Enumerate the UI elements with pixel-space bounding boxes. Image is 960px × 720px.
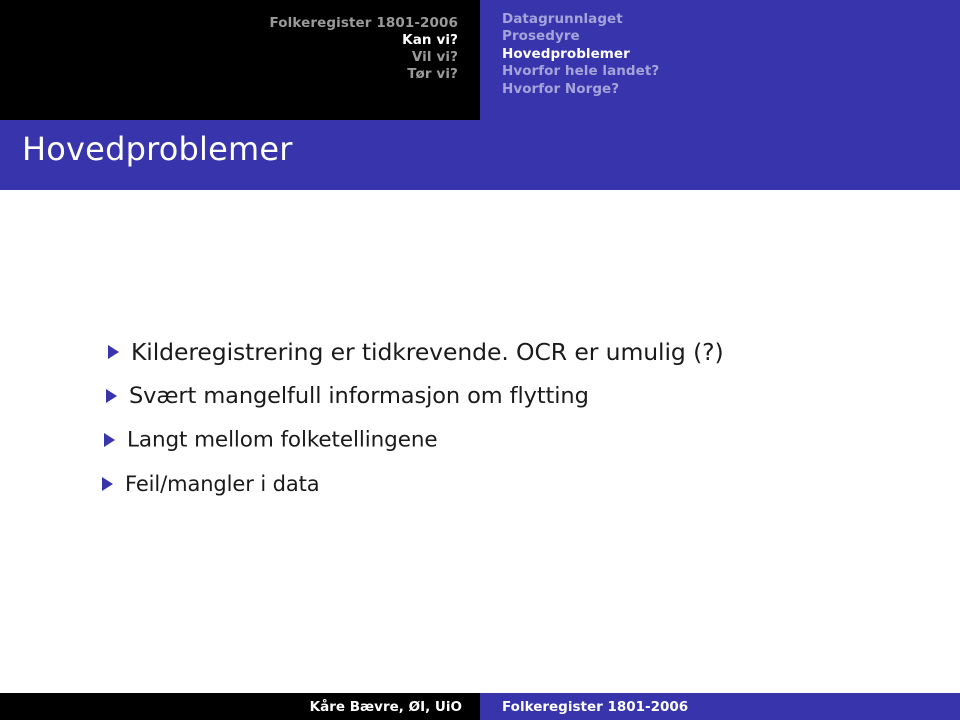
- nav-item-datagrunnlaget[interactable]: Datagrunnlaget: [502, 11, 659, 28]
- list-item: Feil/mangler i data: [0, 462, 960, 506]
- triangle-bullet-icon: [104, 433, 115, 447]
- bullet-list: Kilderegistrering er tidkrevende. OCR er…: [0, 330, 960, 506]
- nav-item-hovedproblemer[interactable]: Hovedproblemer: [502, 46, 659, 63]
- list-item: Langt mellom folketellingene: [0, 418, 960, 462]
- bullet-text: Feil/mangler i data: [125, 472, 320, 496]
- talk-meta-item-3: Tør vi?: [407, 66, 458, 82]
- bullet-text: Langt mellom folketellingene: [127, 427, 438, 453]
- slide-content: Kilderegistrering er tidkrevende. OCR er…: [0, 190, 960, 693]
- nav-item-hvorfor-norge[interactable]: Hvorfor Norge?: [502, 81, 659, 98]
- list-item: Svært mangelfull informasjon om flytting: [0, 374, 960, 418]
- nav-item-prosedyre[interactable]: Prosedyre: [502, 28, 659, 45]
- talk-meta-item-0: Folkeregister 1801-2006: [269, 15, 458, 31]
- slide-root: Folkeregister 1801-2006 Kan vi? Vil vi? …: [0, 0, 960, 720]
- talk-meta-item-1: Kan vi?: [402, 32, 458, 48]
- header-title-block: Folkeregister 1801-2006 Kan vi? Vil vi? …: [0, 0, 480, 120]
- page-title: Hovedproblemer: [22, 130, 293, 168]
- talk-meta-list: Folkeregister 1801-2006 Kan vi? Vil vi? …: [269, 15, 458, 83]
- bullet-text: Svært mangelfull informasjon om flytting: [129, 383, 589, 409]
- slide-footer: Kåre Bævre, ØI, UiO Folkeregister 1801-2…: [0, 693, 960, 720]
- bullet-text: Kilderegistrering er tidkrevende. OCR er…: [131, 338, 724, 366]
- list-item: Kilderegistrering er tidkrevende. OCR er…: [0, 330, 960, 374]
- triangle-bullet-icon: [102, 477, 113, 491]
- footer-talk-label: Folkeregister 1801-2006: [502, 698, 689, 715]
- footer-author-block: Kåre Bævre, ØI, UiO: [0, 693, 480, 720]
- triangle-bullet-icon: [108, 345, 119, 359]
- section-navigation: Datagrunnlaget Prosedyre Hovedproblemer …: [502, 11, 659, 98]
- triangle-bullet-icon: [106, 389, 117, 403]
- nav-item-hvorfor-hele-landet[interactable]: Hvorfor hele landet?: [502, 63, 659, 80]
- footer-author-label: Kåre Bævre, ØI, UiO: [309, 698, 462, 715]
- talk-meta-item-2: Vil vi?: [411, 49, 458, 65]
- footer-talk-block: Folkeregister 1801-2006: [480, 693, 960, 720]
